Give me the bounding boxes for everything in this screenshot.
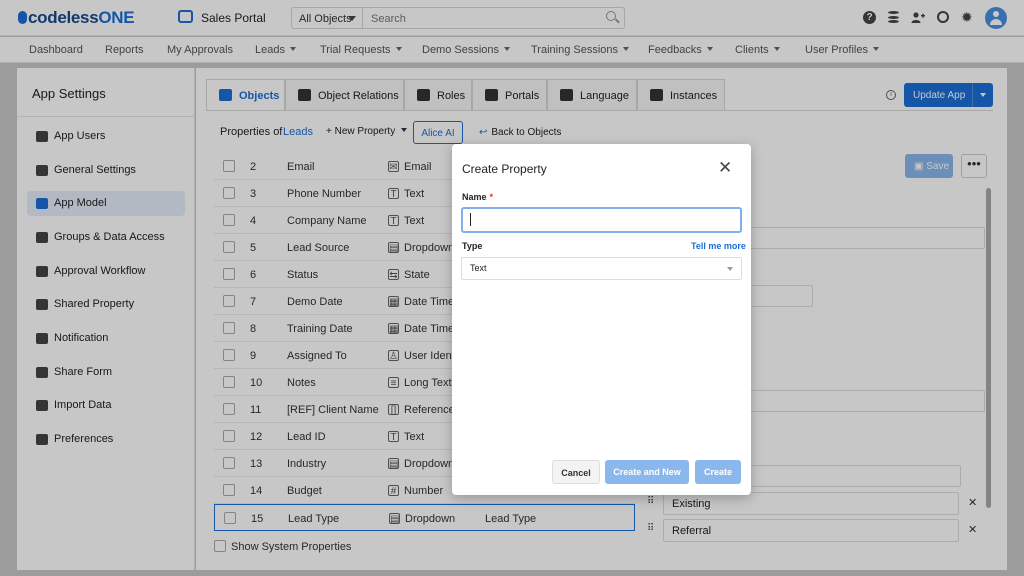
type-select[interactable]: Text — [461, 257, 742, 280]
create-button[interactable]: Create — [695, 460, 741, 484]
name-label-text: Name — [462, 192, 487, 202]
text-cursor — [470, 213, 471, 226]
type-label: Type — [462, 241, 483, 251]
type-select-value: Text — [470, 263, 487, 273]
create-property-dialog: Create Property ✕ Name * Type Tell me mor… — [452, 144, 751, 495]
dialog-title: Create Property — [462, 162, 547, 176]
name-input[interactable] — [461, 207, 742, 233]
create-and-new-button[interactable]: Create and New — [605, 460, 689, 484]
tell-me-more-link[interactable]: Tell me more — [691, 241, 746, 251]
name-label: Name * — [462, 192, 493, 202]
cancel-button[interactable]: Cancel — [552, 460, 600, 484]
chevron-down-icon — [727, 267, 733, 271]
close-icon[interactable]: ✕ — [718, 159, 732, 176]
required-marker: * — [489, 192, 494, 202]
